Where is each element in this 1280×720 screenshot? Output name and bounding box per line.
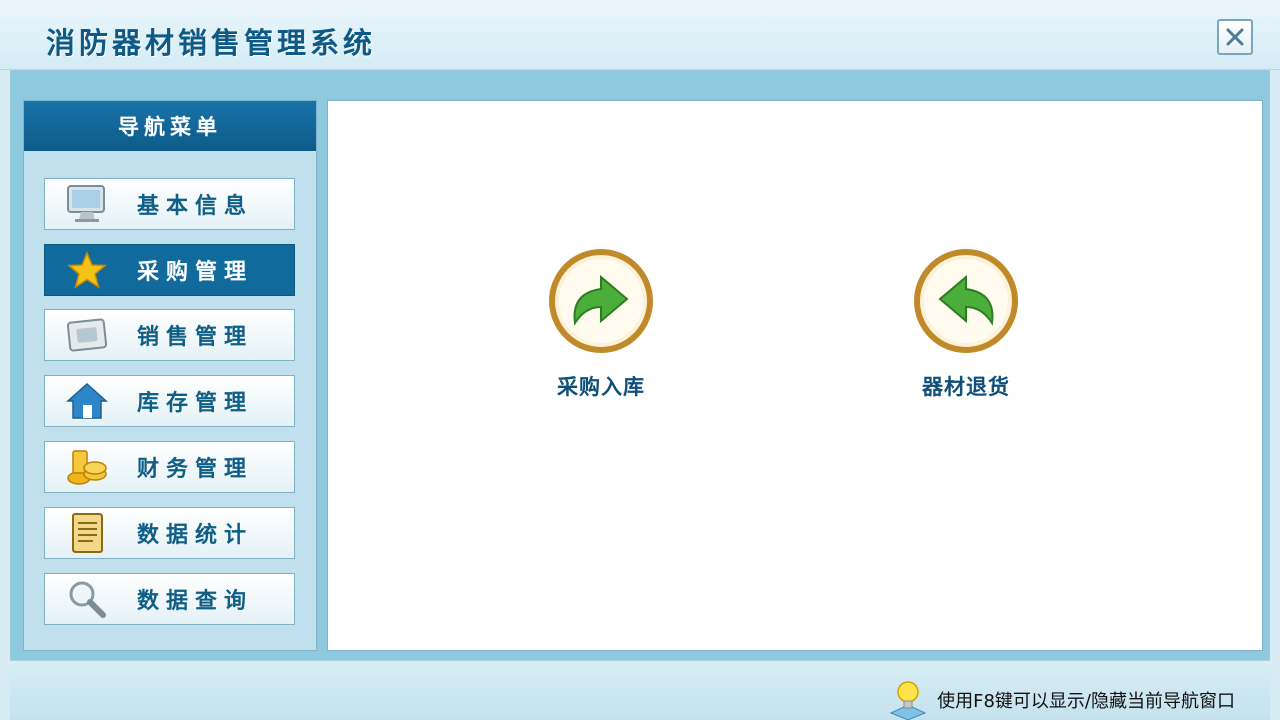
status-bar: 使用F8键可以显示/隐藏当前导航窗口 [10,660,1270,720]
app-title: 消防器材销售管理系统 [46,26,377,60]
sidebar-item-purchase[interactable]: 采购管理 [44,244,295,296]
sidebar-item-label: 库存管理 [137,391,254,416]
sidebar-item-sales[interactable]: 销售管理 [44,309,295,361]
arrow-forward-icon [549,249,653,353]
magnifier-icon [65,577,109,621]
sidebar-item-label: 财务管理 [137,457,254,482]
status-hint: 使用F8键可以显示/隐藏当前导航窗口 [887,679,1235,720]
coins-icon [65,445,109,489]
document-icon [65,511,109,555]
status-hint-text: 使用F8键可以显示/隐藏当前导航窗口 [937,691,1235,712]
sidebar-item-statistics[interactable]: 数据统计 [44,507,295,559]
sidebar-item-query[interactable]: 数据查询 [44,573,295,625]
monitor-icon [65,182,109,226]
card-icon [65,313,109,357]
sidebar-item-inventory[interactable]: 库存管理 [44,375,295,427]
action-label: 采购入库 [557,375,645,399]
action-label: 器材退货 [922,375,1010,399]
main-content: 采购入库 器材退货 [327,100,1263,651]
sidebar-item-label: 数据统计 [137,523,254,548]
close-icon [1226,28,1244,46]
close-button[interactable] [1217,19,1253,55]
purchase-stock-in-button[interactable]: 采购入库 [521,249,681,409]
navigation-sidebar: 导航菜单 基本信息 采购管理 销售管理 库存管理 财务管理 数据统计 数据查询 [23,100,317,651]
sidebar-item-label: 采购管理 [137,260,254,285]
arrow-back-icon [914,249,1018,353]
sidebar-header: 导航菜单 [24,101,316,151]
title-bar: 消防器材销售管理系统 [0,0,1280,70]
sidebar-item-label: 销售管理 [137,325,254,350]
sidebar-item-finance[interactable]: 财务管理 [44,441,295,493]
home-icon [65,379,109,423]
sidebar-item-basic-info[interactable]: 基本信息 [44,178,295,230]
sidebar-item-label: 基本信息 [137,194,254,219]
sidebar-item-label: 数据查询 [137,589,254,614]
star-icon [65,248,109,292]
equipment-return-button[interactable]: 器材退货 [886,249,1046,409]
lightbulb-icon [889,681,927,720]
